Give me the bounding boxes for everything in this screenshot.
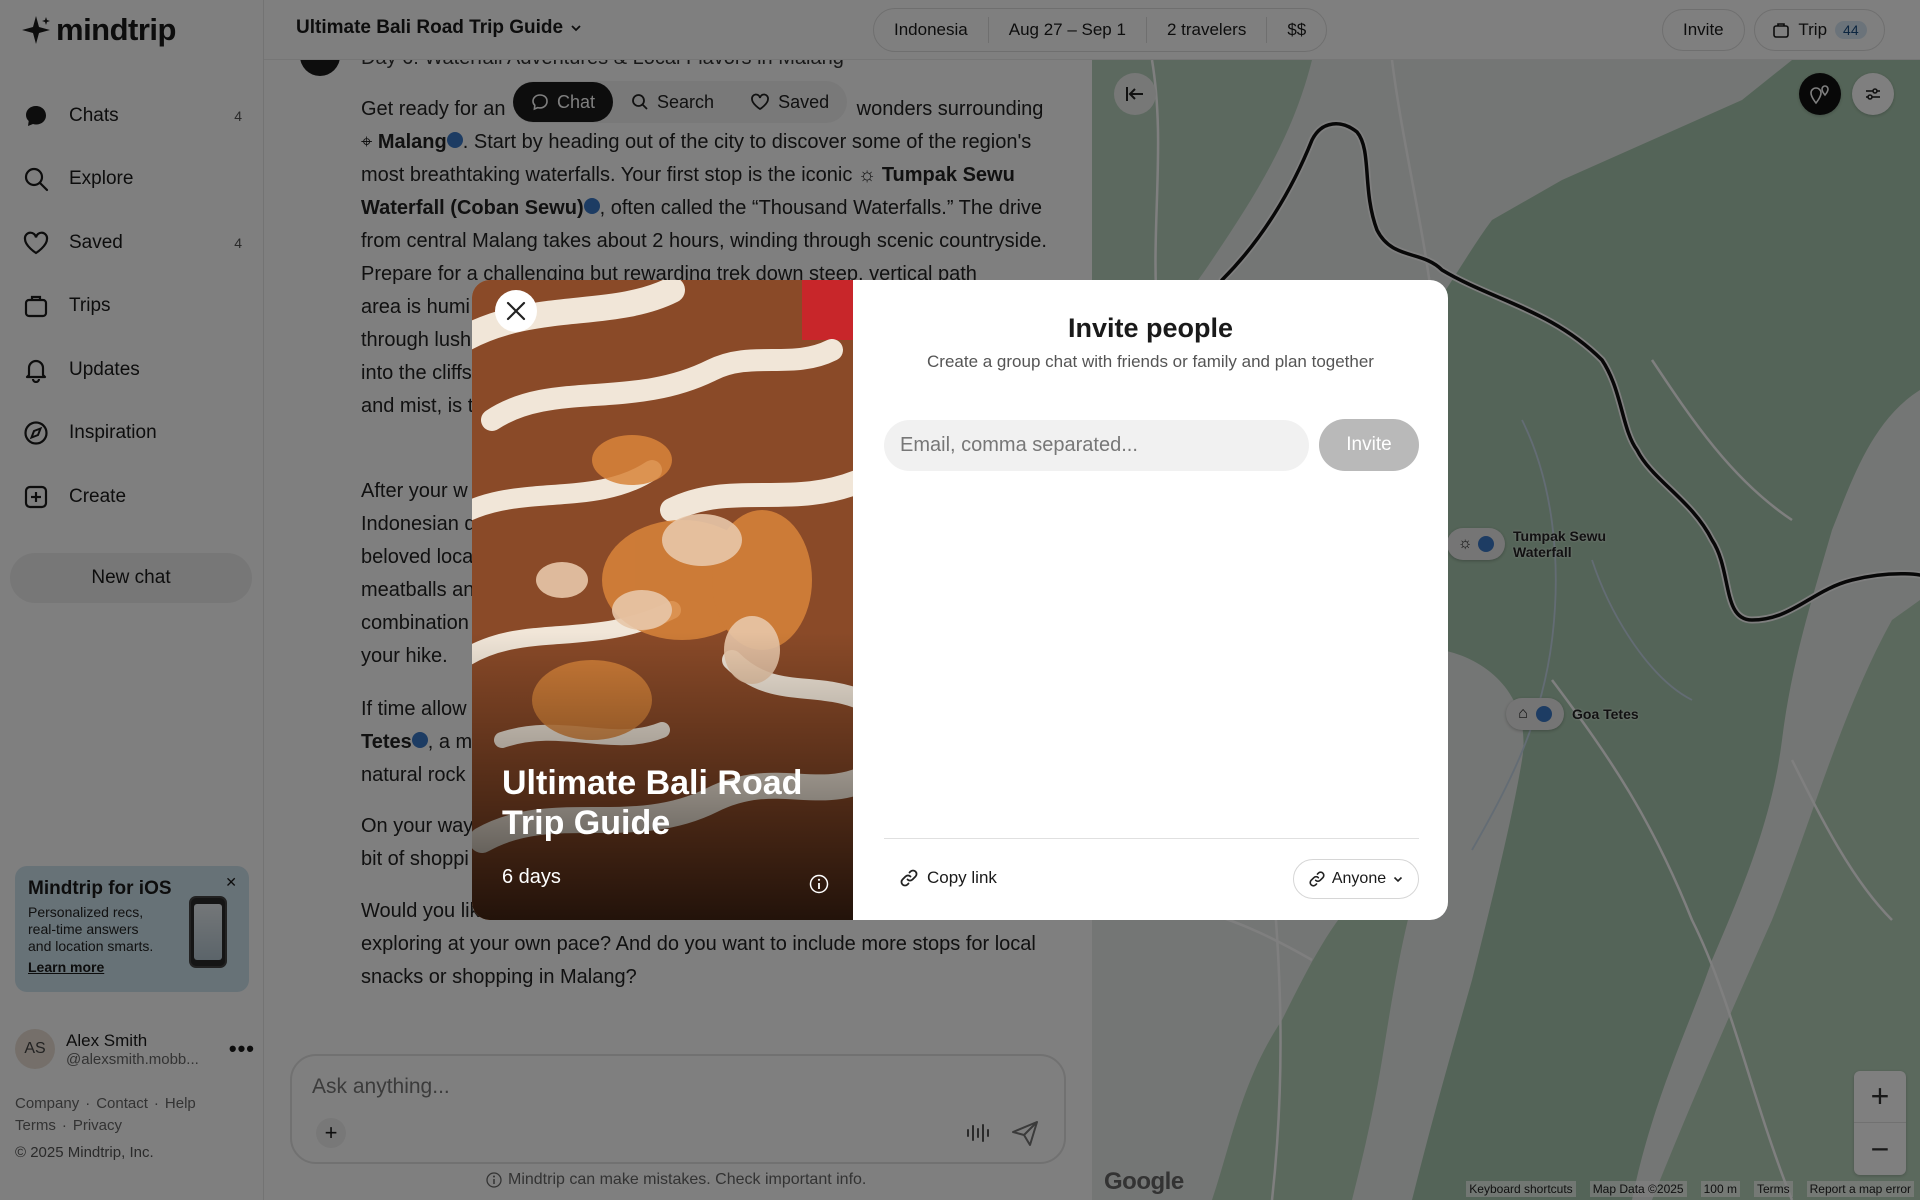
info-icon[interactable] — [809, 874, 829, 894]
copy-link-button[interactable]: Copy link — [899, 868, 997, 888]
close-icon — [506, 301, 526, 321]
modal-title: Invite people — [1067, 313, 1234, 343]
chevron-down-icon — [1394, 876, 1403, 883]
cover-trip-title: Ultimate Bali Road Trip Guide — [502, 764, 803, 842]
email-field[interactable] — [884, 420, 1309, 471]
access-label: Anyone — [1331, 870, 1387, 887]
cover-trip-duration: 6 days — [502, 866, 561, 888]
link-icon — [1309, 871, 1325, 887]
invite-people-modal: Ultimate Bali Road Trip Guide 6 days Inv… — [472, 280, 1448, 920]
copy-link-label: Copy link — [927, 868, 997, 887]
send-invite-button[interactable]: Invite — [1319, 419, 1419, 471]
modal-subtitle: Create a group chat with friends or fami… — [927, 352, 1374, 371]
link-access-dropdown[interactable]: Anyone — [1293, 859, 1419, 899]
link-icon — [900, 869, 918, 887]
divider — [884, 838, 1419, 839]
trip-cover-image: Ultimate Bali Road Trip Guide 6 days — [472, 280, 853, 920]
invite-form-panel: Invite people Create a group chat with f… — [853, 280, 1448, 920]
close-modal-button[interactable] — [495, 290, 537, 332]
